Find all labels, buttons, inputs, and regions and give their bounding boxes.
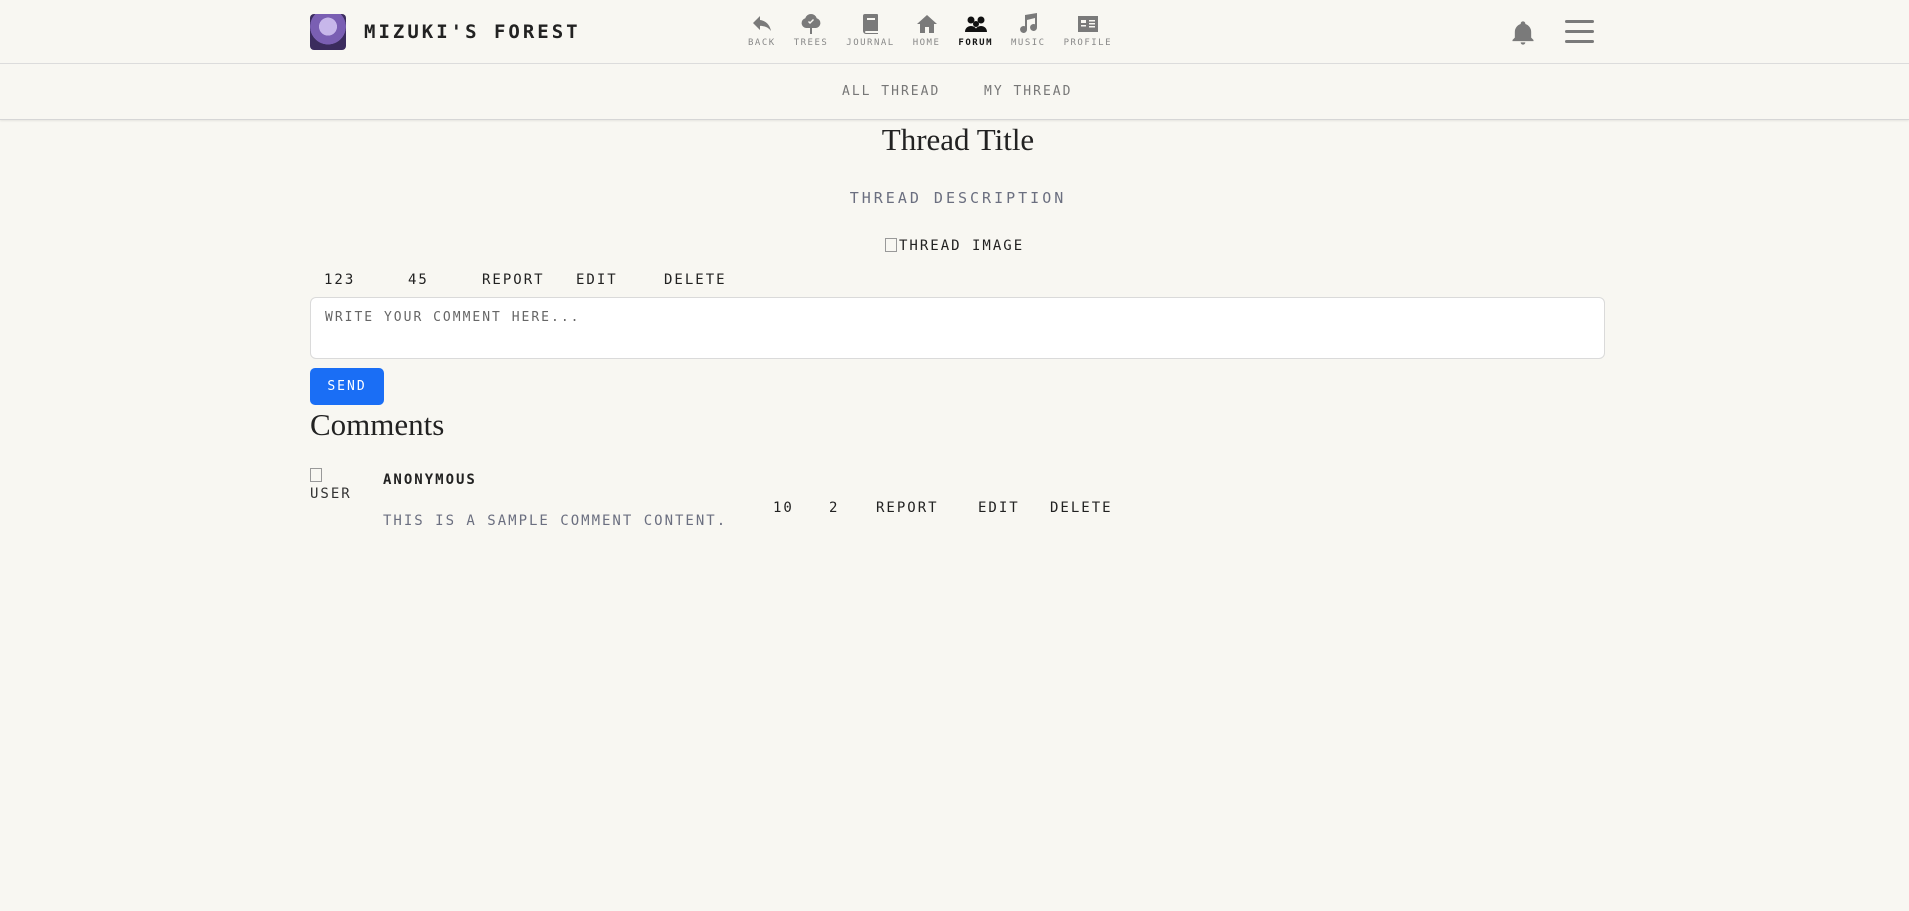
menu-bar-icon [1565, 30, 1594, 33]
nav-label: Journal [846, 38, 895, 48]
music-note-icon [1020, 13, 1038, 33]
nav-music[interactable]: Music [1011, 12, 1046, 48]
broken-image-icon [310, 468, 322, 482]
bell-icon [1512, 21, 1534, 45]
nav-label: Music [1011, 38, 1046, 48]
comment-input[interactable] [310, 297, 1605, 359]
book-icon [862, 14, 878, 34]
people-icon [964, 16, 987, 32]
logo-avatar [310, 14, 346, 50]
nav-label: Back [748, 38, 776, 48]
nav-label: Home [912, 38, 941, 48]
comment-text: This is a sample comment content. [383, 513, 728, 529]
hamburger-menu-button[interactable] [1565, 20, 1594, 44]
home-icon [916, 15, 937, 33]
thread-image: Thread Image [885, 238, 1024, 254]
thread-delete-button[interactable]: Delete [664, 272, 727, 288]
comment-dislike-button[interactable]: 2 [829, 500, 839, 516]
back-arrow-icon [752, 16, 771, 31]
menu-bar-icon [1565, 40, 1594, 43]
comment-edit-button[interactable]: Edit [978, 500, 1020, 516]
thread-report-button[interactable]: Report [482, 272, 545, 288]
nav-label: Profile [1063, 38, 1113, 48]
tree-icon [801, 14, 821, 34]
comment-report-button[interactable]: Report [876, 500, 939, 516]
thread-title: Thread Title [881, 122, 1035, 157]
comment-delete-button[interactable]: Delete [1050, 500, 1113, 516]
nav-trees[interactable]: Trees [794, 12, 829, 48]
comments-heading: Comments [310, 407, 445, 442]
tab-my-thread[interactable]: My Thread [984, 84, 1072, 99]
nav-label: Trees [793, 38, 829, 48]
brand-name: Mizuki's Forest [364, 21, 581, 43]
comment-avatar: User [310, 468, 360, 502]
menu-bar-icon [1565, 20, 1594, 23]
brand[interactable]: Mizuki's Forest [310, 14, 581, 50]
nav-back[interactable]: Back [748, 12, 776, 48]
comment-author: Anonymous [383, 472, 477, 488]
nav-profile[interactable]: Profile [1064, 12, 1112, 48]
broken-image-icon [885, 238, 897, 252]
thread-image-alt: Thread Image [899, 238, 1025, 254]
nav-journal[interactable]: Journal [846, 12, 894, 48]
id-card-icon [1077, 16, 1098, 32]
nav-label: Forum [958, 38, 993, 48]
send-button[interactable]: Send [310, 368, 384, 405]
comment-avatar-alt: User [310, 486, 352, 502]
nav-forum[interactable]: Forum [958, 12, 993, 48]
thread-subnav: All Thread My Thread [0, 64, 1909, 120]
thread-dislike-button[interactable]: 45 [408, 272, 429, 288]
notifications-button[interactable] [1509, 18, 1537, 48]
tab-all-thread[interactable]: All Thread [842, 84, 940, 99]
comment-like-button[interactable]: 10 [773, 500, 794, 516]
top-navbar: Mizuki's Forest Back Trees Journal Home … [0, 0, 1909, 64]
thread-edit-button[interactable]: Edit [576, 272, 618, 288]
thread-like-button[interactable]: 123 [324, 272, 355, 288]
main-nav: Back Trees Journal Home Forum Music Prof… [748, 12, 1130, 48]
nav-home[interactable]: Home [913, 12, 941, 48]
thread-description: Thread Description [849, 189, 1067, 207]
